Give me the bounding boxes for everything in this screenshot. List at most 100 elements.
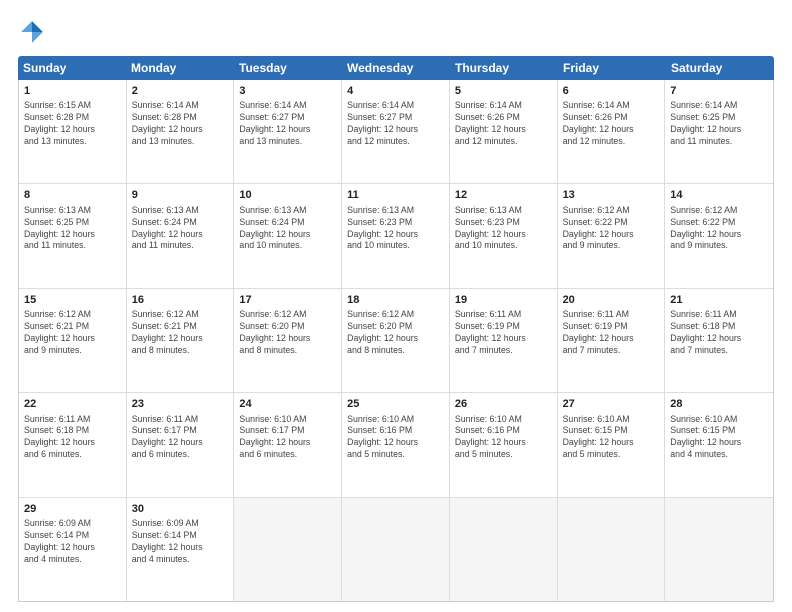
day-number: 21	[670, 293, 768, 308]
table-row: 20Sunrise: 6:11 AMSunset: 6:19 PMDayligh…	[558, 289, 666, 392]
table-row: 1Sunrise: 6:15 AMSunset: 6:28 PMDaylight…	[19, 80, 127, 183]
day-number: 9	[132, 188, 229, 203]
day-number: 2	[132, 84, 229, 99]
table-row: 27 Sunrise: 6:10 AMSunset: 6:15 PMDayligh…	[558, 393, 666, 496]
table-row: 19Sunrise: 6:11 AMSunset: 6:19 PMDayligh…	[450, 289, 558, 392]
day-info: Sunrise: 6:13 AMSunset: 6:23 PMDaylight:…	[455, 205, 552, 253]
day-info: Sunrise: 6:14 AMSunset: 6:26 PMDaylight:…	[563, 100, 660, 148]
header	[18, 18, 774, 46]
table-row: 8Sunrise: 6:13 AMSunset: 6:25 PMDaylight…	[19, 184, 127, 287]
day-info: Sunrise: 6:10 AMSunset: 6:16 PMDaylight:…	[455, 414, 552, 462]
day-number: 5	[455, 84, 552, 99]
day-number: 11	[347, 188, 444, 203]
table-row	[665, 498, 773, 601]
day-info: Sunrise: 6:10 AMSunset: 6:15 PMDaylight:…	[670, 414, 768, 462]
day-info: Sunrise: 6:11 AMSunset: 6:19 PMDaylight:…	[455, 309, 552, 357]
day-info: Sunrise: 6:14 AMSunset: 6:26 PMDaylight:…	[455, 100, 552, 148]
day-info: Sunrise: 6:12 AMSunset: 6:22 PMDaylight:…	[670, 205, 768, 253]
day-number: 24	[239, 397, 336, 412]
calendar-row: 15 Sunrise: 6:12 AMSunset: 6:21 PMDayligh…	[19, 289, 773, 393]
table-row: 12 Sunrise: 6:13 AMSunset: 6:23 PMDayligh…	[450, 184, 558, 287]
day-info: Sunrise: 6:10 AMSunset: 6:17 PMDaylight:…	[239, 414, 336, 462]
calendar-row: 1Sunrise: 6:15 AMSunset: 6:28 PMDaylight…	[19, 80, 773, 184]
day-number: 25	[347, 397, 444, 412]
day-number: 16	[132, 293, 229, 308]
table-row: 3Sunrise: 6:14 AMSunset: 6:27 PMDaylight…	[234, 80, 342, 183]
day-info: Sunrise: 6:13 AMSunset: 6:24 PMDaylight:…	[239, 205, 336, 253]
table-row	[342, 498, 450, 601]
table-row: 17Sunrise: 6:12 AMSunset: 6:20 PMDayligh…	[234, 289, 342, 392]
table-row: 7Sunrise: 6:14 AMSunset: 6:25 PMDaylight…	[665, 80, 773, 183]
day-number: 18	[347, 293, 444, 308]
day-info: Sunrise: 6:12 AMSunset: 6:20 PMDaylight:…	[239, 309, 336, 357]
day-number: 3	[239, 84, 336, 99]
table-row: 6Sunrise: 6:14 AMSunset: 6:26 PMDaylight…	[558, 80, 666, 183]
day-info: Sunrise: 6:12 AMSunset: 6:21 PMDaylight:…	[132, 309, 229, 357]
day-number: 15	[24, 293, 121, 308]
calendar-row: 22Sunrise: 6:11 AMSunset: 6:18 PMDayligh…	[19, 393, 773, 497]
day-info: Sunrise: 6:14 AMSunset: 6:27 PMDaylight:…	[347, 100, 444, 148]
day-info: Sunrise: 6:13 AMSunset: 6:23 PMDaylight:…	[347, 205, 444, 253]
day-number: 12	[455, 188, 552, 203]
table-row: 26 Sunrise: 6:10 AMSunset: 6:16 PMDayligh…	[450, 393, 558, 496]
table-row: 15Sunrise: 6:12 AMSunset: 6:21 PMDayligh…	[19, 289, 127, 392]
day-number: 7	[670, 84, 768, 99]
table-row: 30Sunrise: 6:09 AMSunset: 6:14 PMDayligh…	[127, 498, 235, 601]
day-number: 1	[24, 84, 121, 99]
day-number: 6	[563, 84, 660, 99]
day-number: 17	[239, 293, 336, 308]
day-info: Sunrise: 6:13 AMSunset: 6:25 PMDaylight:…	[24, 205, 121, 253]
table-row: 16Sunrise: 6:12 AMSunset: 6:21 PMDayligh…	[127, 289, 235, 392]
calendar: SundayMondayTuesdayWednesdayThursdayFrid…	[18, 56, 774, 602]
day-info: Sunrise: 6:09 AMSunset: 6:14 PMDaylight:…	[132, 518, 229, 566]
day-info: Sunrise: 6:11 AMSunset: 6:19 PMDaylight:…	[563, 309, 660, 357]
day-info: Sunrise: 6:12 AMSunset: 6:22 PMDaylight:…	[563, 205, 660, 253]
day-info: Sunrise: 6:11 AMSunset: 6:17 PMDaylight:…	[132, 414, 229, 462]
day-info: Sunrise: 6:14 AMSunset: 6:28 PMDaylight:…	[132, 100, 229, 148]
table-row: 21Sunrise: 6:11 AMSunset: 6:18 PMDayligh…	[665, 289, 773, 392]
day-info: Sunrise: 6:14 AMSunset: 6:27 PMDaylight:…	[239, 100, 336, 148]
day-info: Sunrise: 6:15 AMSunset: 6:28 PMDaylight:…	[24, 100, 121, 148]
calendar-header: SundayMondayTuesdayWednesdayThursdayFrid…	[18, 56, 774, 80]
page: SundayMondayTuesdayWednesdayThursdayFrid…	[0, 0, 792, 612]
header-thursday: Thursday	[450, 56, 558, 80]
header-sunday: Sunday	[18, 56, 126, 80]
table-row: 29Sunrise: 6:09 AMSunset: 6:14 PMDayligh…	[19, 498, 127, 601]
day-number: 13	[563, 188, 660, 203]
logo	[18, 18, 50, 46]
day-number: 30	[132, 502, 229, 517]
table-row: 10 Sunrise: 6:13 AMSunset: 6:24 PMDayligh…	[234, 184, 342, 287]
header-wednesday: Wednesday	[342, 56, 450, 80]
table-row: 13 Sunrise: 6:12 AMSunset: 6:22 PMDayligh…	[558, 184, 666, 287]
table-row: 2Sunrise: 6:14 AMSunset: 6:28 PMDaylight…	[127, 80, 235, 183]
calendar-row: 29Sunrise: 6:09 AMSunset: 6:14 PMDayligh…	[19, 498, 773, 601]
logo-icon	[18, 18, 46, 46]
day-info: Sunrise: 6:12 AMSunset: 6:20 PMDaylight:…	[347, 309, 444, 357]
table-row: 25 Sunrise: 6:10 AMSunset: 6:16 PMDayligh…	[342, 393, 450, 496]
day-info: Sunrise: 6:10 AMSunset: 6:15 PMDaylight:…	[563, 414, 660, 462]
day-number: 22	[24, 397, 121, 412]
day-info: Sunrise: 6:09 AMSunset: 6:14 PMDaylight:…	[24, 518, 121, 566]
day-number: 19	[455, 293, 552, 308]
table-row: 9 Sunrise: 6:13 AMSunset: 6:24 PMDaylight…	[127, 184, 235, 287]
day-number: 10	[239, 188, 336, 203]
day-info: Sunrise: 6:10 AMSunset: 6:16 PMDaylight:…	[347, 414, 444, 462]
day-number: 27	[563, 397, 660, 412]
table-row: 23 Sunrise: 6:11 AMSunset: 6:17 PMDayligh…	[127, 393, 235, 496]
table-row: 5Sunrise: 6:14 AMSunset: 6:26 PMDaylight…	[450, 80, 558, 183]
day-number: 29	[24, 502, 121, 517]
day-number: 23	[132, 397, 229, 412]
calendar-row: 8Sunrise: 6:13 AMSunset: 6:25 PMDaylight…	[19, 184, 773, 288]
day-number: 26	[455, 397, 552, 412]
day-info: Sunrise: 6:13 AMSunset: 6:24 PMDaylight:…	[132, 205, 229, 253]
day-number: 28	[670, 397, 768, 412]
day-number: 14	[670, 188, 768, 203]
day-info: Sunrise: 6:11 AMSunset: 6:18 PMDaylight:…	[670, 309, 768, 357]
table-row: 18Sunrise: 6:12 AMSunset: 6:20 PMDayligh…	[342, 289, 450, 392]
table-row: 24 Sunrise: 6:10 AMSunset: 6:17 PMDayligh…	[234, 393, 342, 496]
header-saturday: Saturday	[666, 56, 774, 80]
day-info: Sunrise: 6:14 AMSunset: 6:25 PMDaylight:…	[670, 100, 768, 148]
table-row: 14 Sunrise: 6:12 AMSunset: 6:22 PMDayligh…	[665, 184, 773, 287]
day-number: 20	[563, 293, 660, 308]
table-row: 4Sunrise: 6:14 AMSunset: 6:27 PMDaylight…	[342, 80, 450, 183]
